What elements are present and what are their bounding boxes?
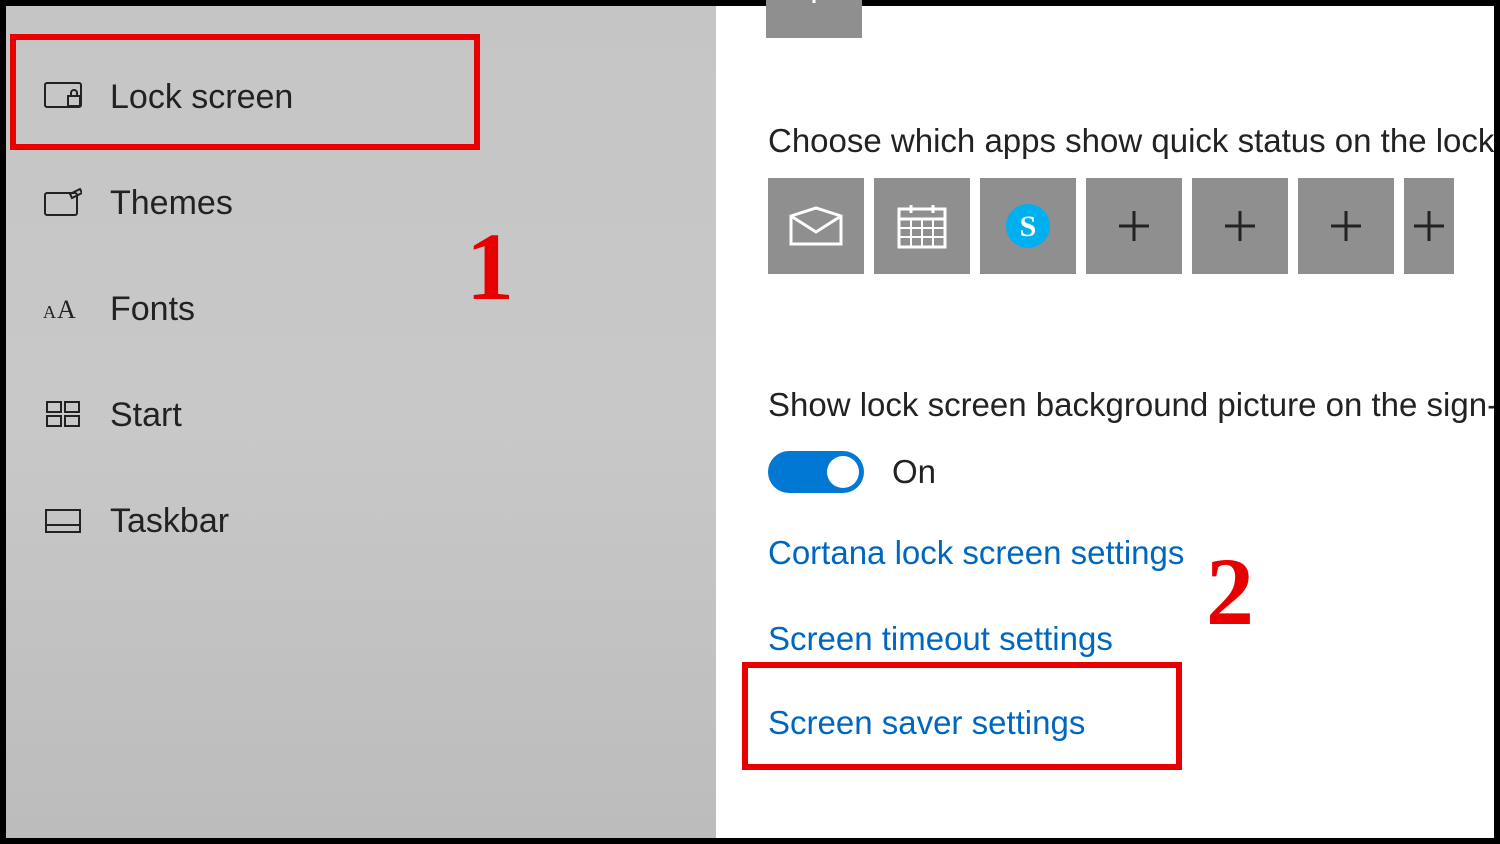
toggle-knob <box>827 456 859 488</box>
link-screen-timeout-settings[interactable]: Screen timeout settings <box>768 620 1113 658</box>
app-tile-mail[interactable] <box>768 178 864 274</box>
themes-icon <box>40 188 86 218</box>
plus-icon <box>1111 203 1157 249</box>
app-tile-calendar[interactable] <box>874 178 970 274</box>
sidebar-item-lock-screen[interactable]: Lock screen <box>6 44 716 150</box>
app-tile-add[interactable] <box>1404 178 1454 274</box>
svg-text:S: S <box>1020 210 1037 243</box>
sidebar-item-taskbar[interactable]: Taskbar <box>6 468 716 574</box>
sidebar-item-fonts[interactable]: A A Fonts <box>6 256 716 362</box>
sidebar-item-label: Taskbar <box>110 502 229 541</box>
start-icon <box>40 401 86 429</box>
signin-background-toggle-row: On <box>768 451 936 493</box>
app-tile-skype[interactable]: S <box>980 178 1076 274</box>
quick-status-tiles: S <box>768 178 1454 274</box>
signin-background-heading: Show lock screen background picture on t… <box>768 386 1494 424</box>
plus-icon <box>1323 203 1369 249</box>
app-tile-add[interactable] <box>1086 178 1182 274</box>
sidebar-item-start[interactable]: Start <box>6 362 716 468</box>
signin-background-toggle[interactable] <box>768 451 864 493</box>
sidebar-item-themes[interactable]: Themes <box>6 150 716 256</box>
mail-icon <box>789 206 843 246</box>
calendar-icon <box>897 203 947 249</box>
quick-status-heading: Choose which apps show quick status on t… <box>768 122 1494 160</box>
link-cortana-lock-screen-settings[interactable]: Cortana lock screen settings <box>768 534 1184 572</box>
taskbar-icon <box>40 509 86 533</box>
lock-screen-icon <box>40 82 86 112</box>
plus-icon <box>1217 203 1263 249</box>
sidebar-item-label: Themes <box>110 184 233 223</box>
plus-icon <box>1406 203 1452 249</box>
fonts-icon: A A <box>40 294 86 324</box>
svg-text:A: A <box>57 295 76 324</box>
sidebar: Lock screen Themes A A Fonts <box>6 6 716 838</box>
toggle-state-label: On <box>892 453 936 491</box>
link-screen-saver-settings[interactable]: Screen saver settings <box>768 704 1085 742</box>
sidebar-item-label: Start <box>110 396 182 435</box>
skype-icon: S <box>1003 201 1053 251</box>
app-tile-add[interactable] <box>1192 178 1288 274</box>
app-tile-add[interactable] <box>1298 178 1394 274</box>
app-tile-detailed-status[interactable] <box>766 0 862 38</box>
sidebar-item-label: Fonts <box>110 290 195 329</box>
svg-text:A: A <box>43 302 56 322</box>
sidebar-item-label: Lock screen <box>110 78 293 117</box>
